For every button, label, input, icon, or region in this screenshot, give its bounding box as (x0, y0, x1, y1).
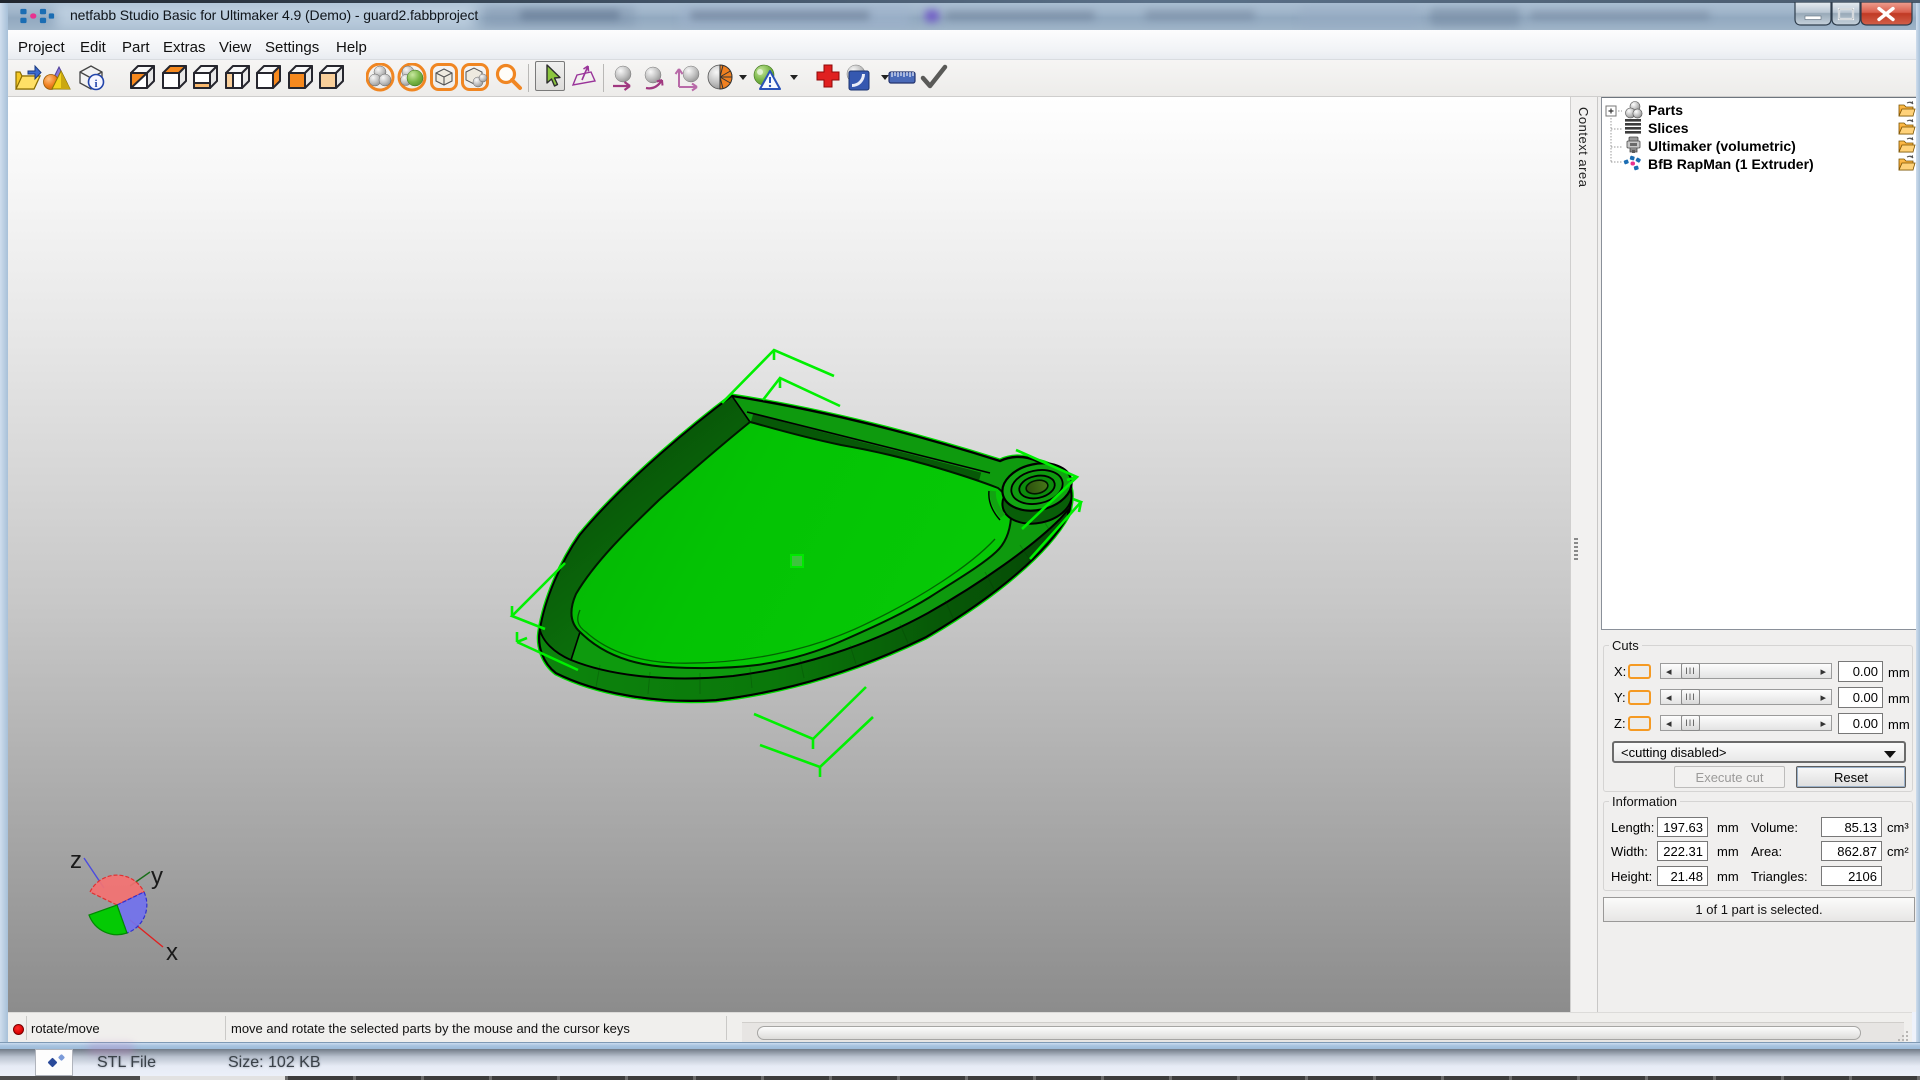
svg-text:y: y (151, 863, 163, 890)
svg-text:x: x (166, 939, 178, 966)
svg-text:i: i (94, 78, 97, 90)
svg-text:z: z (70, 847, 82, 874)
